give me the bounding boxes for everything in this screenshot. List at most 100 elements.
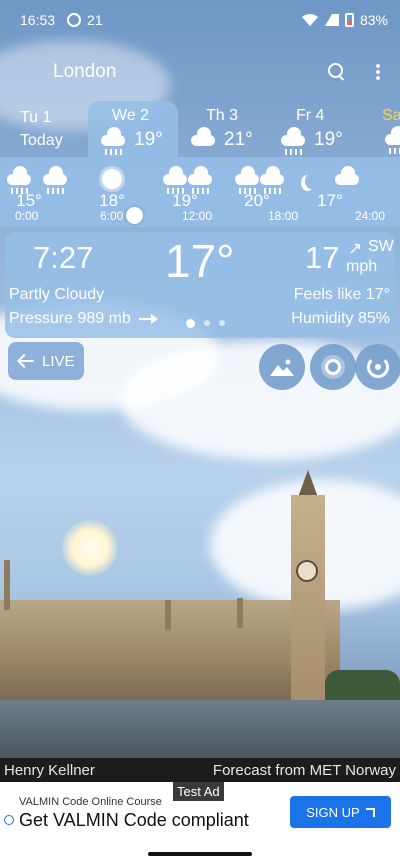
wind-speed: 17: [305, 240, 340, 275]
sign-up-button[interactable]: SIGN UP: [290, 796, 391, 828]
day-temp: 19°: [134, 129, 163, 150]
tab-day-5[interactable]: Sa: [366, 101, 400, 157]
radar-button[interactable]: [355, 344, 400, 390]
search-icon[interactable]: [328, 63, 346, 81]
weather-button[interactable]: [310, 344, 356, 390]
sun: [62, 520, 118, 576]
humidity-text: Humidity 85%: [291, 310, 390, 327]
ad-title: Get VALMIN Code compliant: [19, 810, 249, 830]
more-vert-icon[interactable]: [376, 63, 380, 81]
rain-cloud-icon: [257, 166, 284, 194]
landscape-button[interactable]: [259, 344, 305, 390]
sun-weather-icon: [325, 359, 341, 375]
day-tabs: Tu 1 Today We 2 19° Th 3 21° Fr 4 19° Sa: [0, 101, 400, 157]
hour-label: 18:00: [268, 209, 299, 223]
trees: [325, 670, 400, 702]
day-name: We 2: [112, 107, 150, 124]
app-bar-actions: [328, 63, 380, 81]
status-bar: 16:53 21 83%: [0, 0, 400, 40]
spire: [4, 560, 10, 610]
current-temp: 17°: [165, 235, 235, 287]
tab-day-2[interactable]: We 2 19°: [88, 101, 178, 157]
photo-credit[interactable]: Henry Kellner: [4, 762, 95, 779]
day-forecast: 19°: [98, 127, 178, 155]
day-forecast: [382, 126, 400, 154]
pressure-text: Pressure 989 mb: [9, 310, 131, 327]
hour-temp: 19°: [172, 191, 198, 210]
external-link-icon: [365, 807, 375, 817]
live-button[interactable]: LIVE: [8, 342, 84, 380]
app-bar: London: [0, 50, 400, 94]
page-indicator: [186, 319, 225, 328]
hour-icons: [4, 159, 67, 194]
radar-icon: [367, 356, 389, 378]
arrow-left-icon: [18, 354, 34, 368]
day-name: Tu 1: [20, 109, 52, 126]
day-temp: 21°: [224, 129, 253, 150]
condition-text: Partly Cloudy: [9, 286, 105, 303]
ad-subtitle: VALMIN Code Online Course: [19, 796, 162, 808]
forecast-source[interactable]: Forecast from MET Norway: [213, 762, 396, 779]
spire: [165, 600, 171, 630]
hour-item: 20°: [232, 159, 284, 211]
current-conditions-panel[interactable]: 7:27 17° 17 ↗ SW mph Partly Cloudy Press…: [5, 232, 395, 338]
wifi-icon: [301, 13, 318, 26]
time-slider-handle[interactable]: [126, 207, 143, 224]
day-name: Sa: [382, 107, 400, 124]
gear-icon: [67, 13, 82, 27]
live-label: LIVE: [42, 352, 75, 370]
hour-timeline: 0:00 6:00 12:00 18:00 24:00: [0, 209, 400, 225]
hour-label: 24:00: [355, 209, 386, 223]
page-dot: [186, 319, 195, 328]
credits-bar: Henry Kellner Forecast from MET Norway: [0, 758, 400, 782]
hour-icons: [305, 159, 360, 189]
hour-icons: [160, 159, 212, 194]
rain-cloud-icon: [232, 166, 259, 194]
page-dot: [219, 320, 225, 326]
info-icon[interactable]: [4, 815, 14, 825]
clock-tower: [291, 495, 325, 700]
hour-item: 17°: [305, 159, 360, 211]
pressure-trend-icon: [139, 314, 158, 324]
cta-label: SIGN UP: [306, 804, 360, 820]
status-right: 83%: [301, 12, 388, 28]
day-name: Fr 4: [296, 107, 325, 124]
landscape-icon: [270, 359, 294, 376]
status-time: 16:53: [20, 12, 56, 28]
rain-cloud-icon: [278, 127, 308, 155]
hour-item: 19°: [160, 159, 212, 211]
status-temp: 21: [87, 12, 103, 28]
hour-item: 15°: [4, 159, 67, 211]
rain-cloud-icon: [382, 126, 400, 154]
day-forecast: 21°: [188, 127, 266, 151]
day-name: Th 3: [206, 107, 239, 124]
rain-cloud-icon: [185, 166, 212, 194]
spire: [237, 598, 243, 628]
cloud-icon: [188, 127, 218, 150]
rain-cloud-icon: [160, 166, 187, 194]
tab-day-1[interactable]: Tu 1 Today: [10, 101, 80, 157]
hour-temp: 15°: [16, 191, 42, 210]
hour-item: 18°: [87, 159, 137, 211]
current-time: 7:27: [33, 240, 94, 275]
day-sub: Today: [20, 132, 63, 149]
feels-like-text: Feels like 17°: [293, 286, 390, 303]
hour-icons: [232, 159, 284, 194]
clock-face: [296, 560, 318, 582]
page-dot: [204, 320, 210, 326]
rain-cloud-icon: [4, 166, 31, 194]
gesture-nav-bar[interactable]: [148, 852, 252, 856]
ad-banner[interactable]: Test Ad VALMIN Code Online Course Get VA…: [0, 782, 400, 867]
wind-direction: SW: [368, 238, 394, 255]
hour-icons: [87, 159, 137, 189]
hour-label: 12:00: [182, 209, 213, 223]
moon-icon: [305, 173, 318, 189]
cloud-icon: [332, 166, 360, 189]
rain-cloud-icon: [40, 166, 67, 194]
tab-day-4[interactable]: Fr 4 19°: [276, 101, 356, 157]
signal-icon: [324, 14, 339, 26]
city-name[interactable]: London: [53, 61, 116, 83]
tab-day-3[interactable]: Th 3 21°: [186, 101, 266, 157]
day-forecast: 19°: [278, 127, 356, 155]
day-temp: 19°: [314, 129, 343, 150]
